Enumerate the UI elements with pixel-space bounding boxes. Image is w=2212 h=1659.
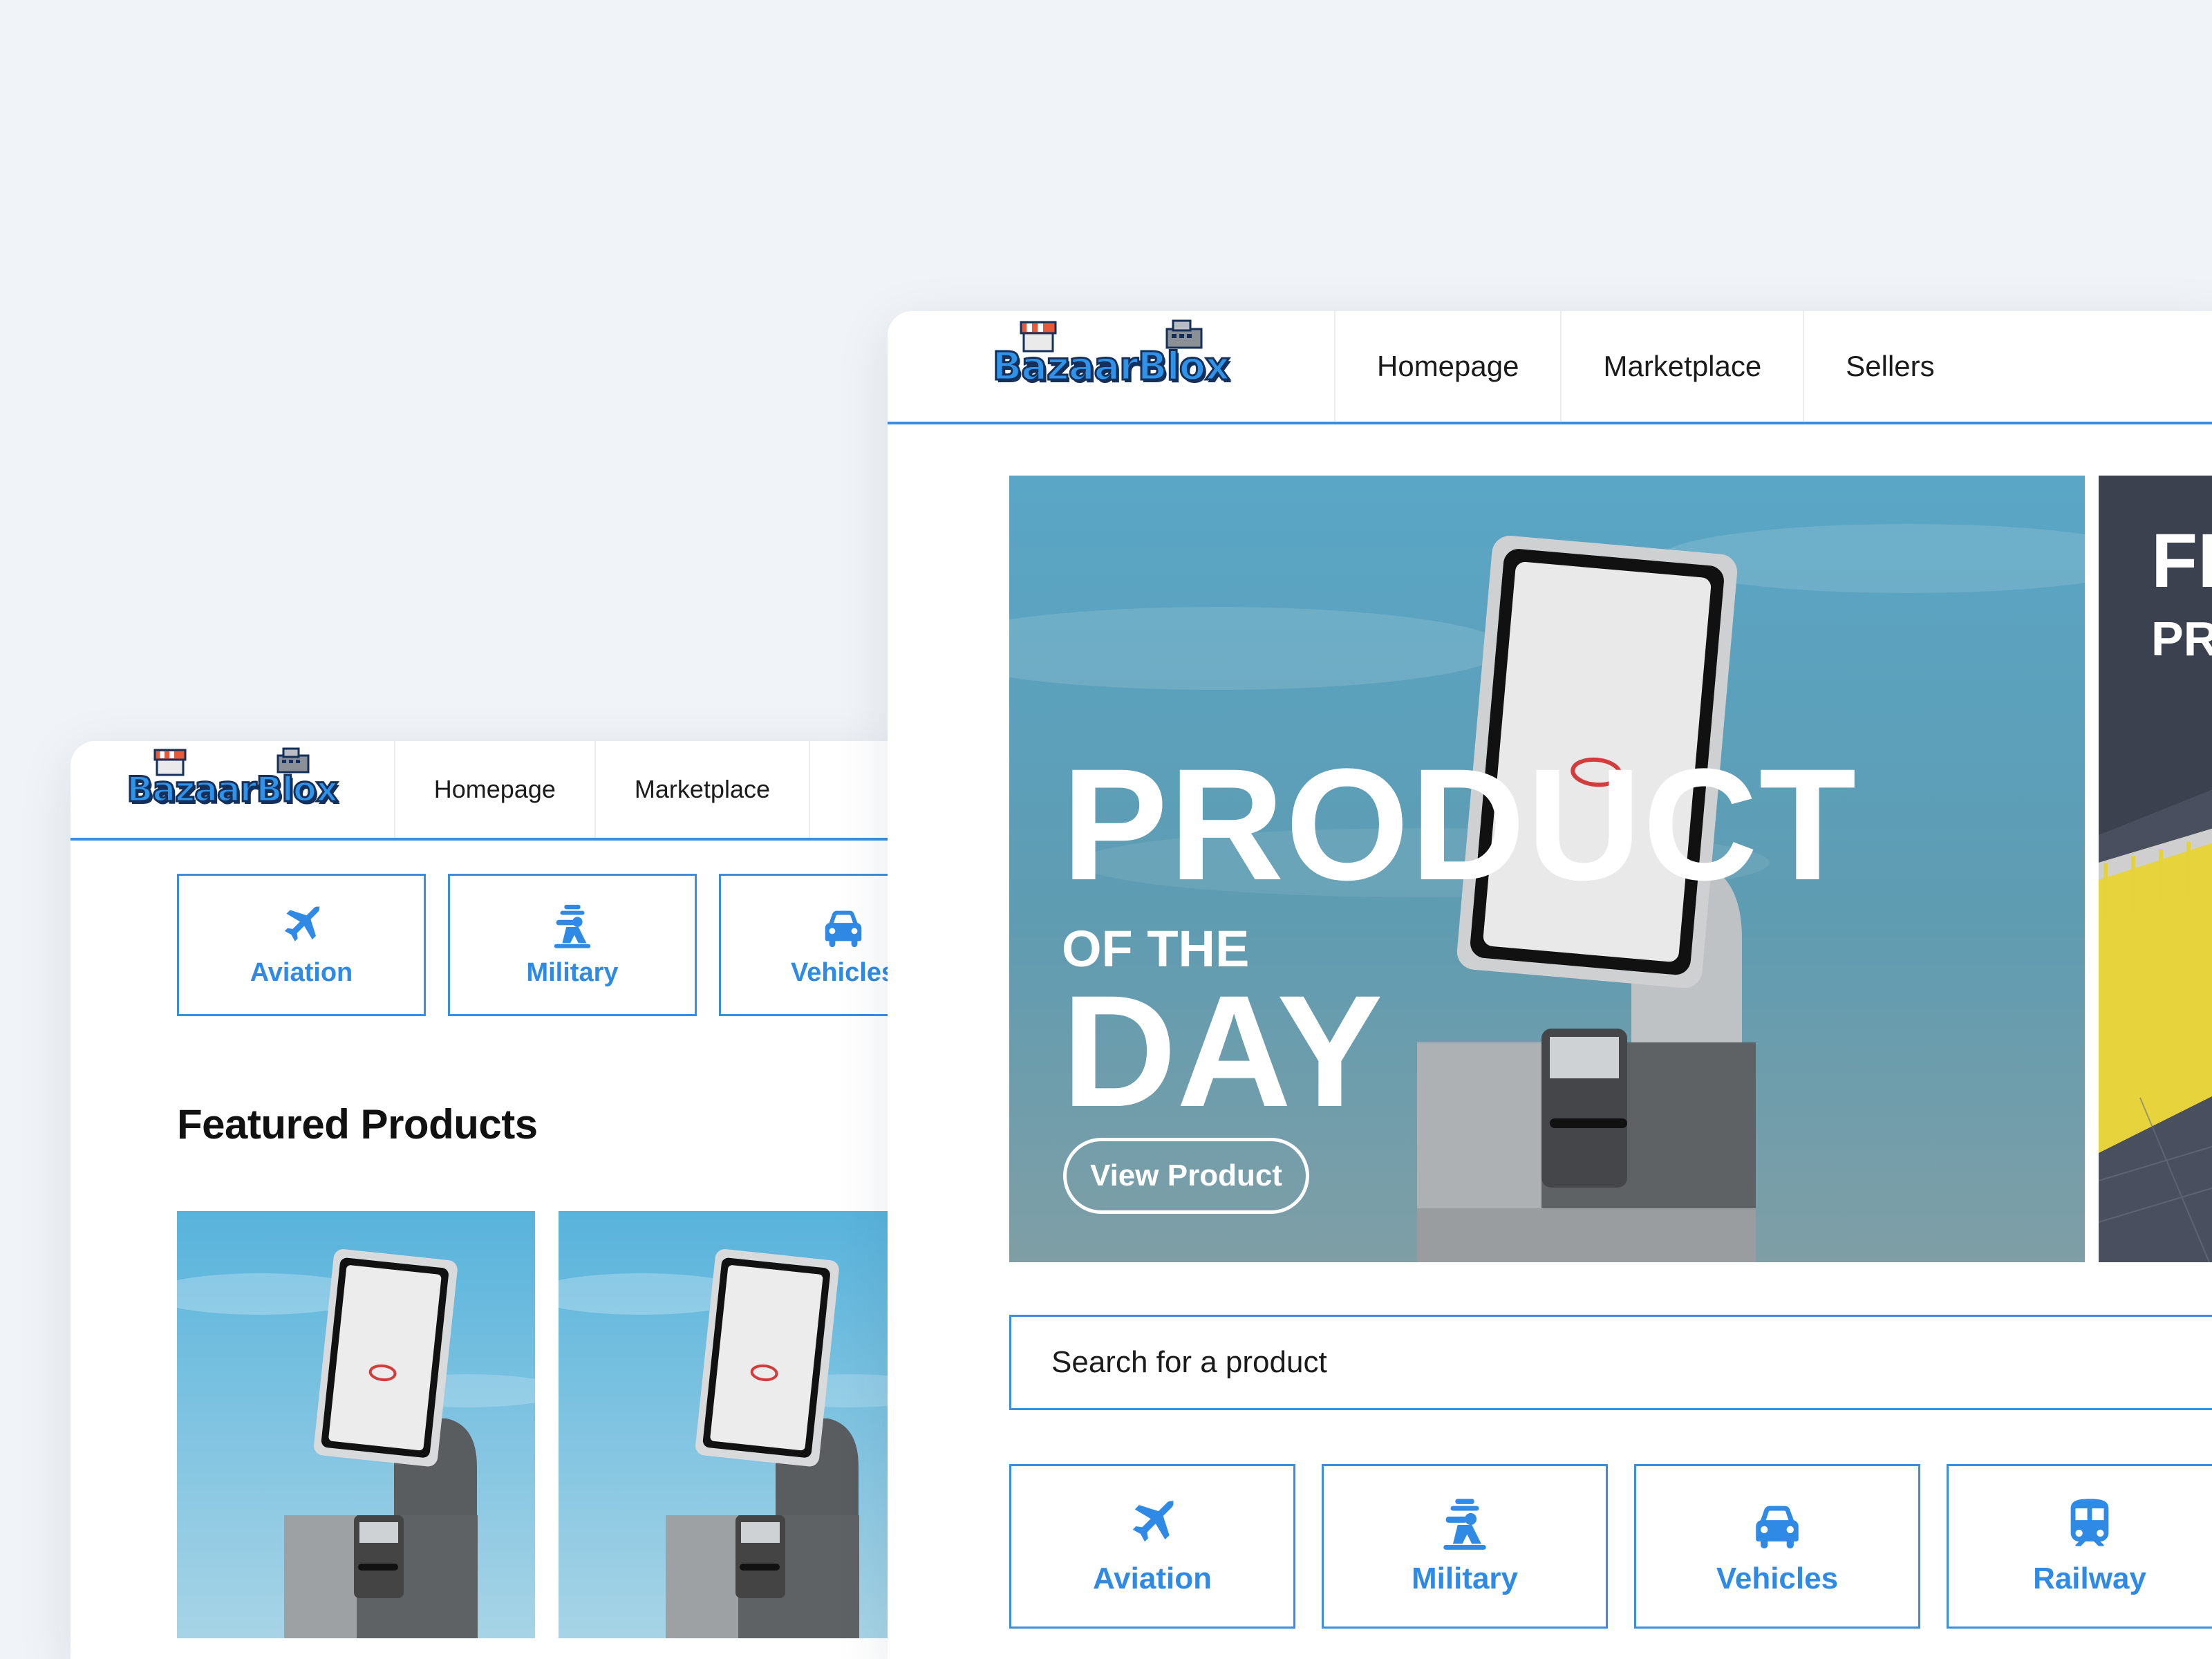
- soldier-icon: [548, 903, 597, 951]
- logo-mark: BazaarBlox: [126, 747, 339, 811]
- car-icon: [819, 903, 868, 951]
- category-military[interactable]: Military: [448, 874, 697, 1016]
- category-label: Military: [1411, 1562, 1519, 1595]
- nav-more[interactable]: [809, 741, 888, 838]
- category-label: Railway: [2033, 1562, 2146, 1595]
- category-railway[interactable]: Railway: [1947, 1464, 2212, 1629]
- category-aviation[interactable]: Aviation: [177, 874, 426, 1016]
- category-aviation[interactable]: Aviation: [1009, 1464, 1295, 1629]
- category-label: Vehicles: [790, 957, 888, 987]
- main-logo[interactable]: BazaarBlox: [888, 311, 1334, 422]
- next-slide-title: FI: [2151, 518, 2212, 603]
- kiosk-product-image: [559, 1211, 888, 1638]
- category-label: Vehicles: [1716, 1562, 1839, 1595]
- category-military[interactable]: Military: [1322, 1464, 1608, 1629]
- nav-homepage[interactable]: Homepage: [1334, 311, 1560, 422]
- market-stall-icon: [1020, 321, 1057, 352]
- front-browser-window: BazaarBlox Homepage Marketplace Aviation…: [71, 741, 888, 1659]
- logo-mark: BazaarBlox: [991, 319, 1231, 390]
- main-navbar: BazaarBlox Homepage Marketplace Sellers: [888, 311, 2212, 424]
- airplane-icon: [1124, 1497, 1181, 1553]
- featured-products-heading: Featured Products: [177, 1101, 538, 1147]
- market-stall-icon: [153, 749, 187, 776]
- view-product-button[interactable]: View Product: [1063, 1138, 1309, 1214]
- category-vehicles[interactable]: Vehicles: [1634, 1464, 1920, 1629]
- next-hero-slide[interactable]: FI PR: [2099, 476, 2212, 1262]
- category-label: Military: [526, 957, 619, 987]
- train-icon: [2061, 1497, 2118, 1553]
- nav-homepage[interactable]: Homepage: [393, 741, 594, 838]
- front-navbar: BazaarBlox Homepage Marketplace: [71, 741, 888, 841]
- featured-product-card[interactable]: [559, 1211, 888, 1638]
- kiosk-product-image: [177, 1211, 535, 1638]
- front-logo[interactable]: BazaarBlox: [71, 741, 394, 838]
- nav-marketplace[interactable]: Marketplace: [594, 741, 809, 838]
- soldier-icon: [1436, 1497, 1493, 1553]
- main-browser-window: BazaarBlox Homepage Marketplace Sellers: [888, 311, 2212, 1659]
- featured-product-card[interactable]: [177, 1211, 535, 1638]
- hero-title-line3: DAY: [1062, 962, 1383, 1140]
- next-slide-subtitle: PR: [2151, 612, 2212, 666]
- nav-marketplace[interactable]: Marketplace: [1560, 311, 1803, 422]
- hero-product-of-the-day: PRODUCT OF THE DAY View Product: [1009, 476, 2085, 1262]
- car-icon: [1749, 1497, 1806, 1553]
- nav-sellers[interactable]: Sellers: [1803, 311, 1976, 422]
- category-label: Aviation: [1093, 1562, 1212, 1595]
- category-vehicles[interactable]: Vehicles: [719, 874, 888, 1016]
- screenshot-stage: BazaarBlox Homepage Marketplace Aviation…: [0, 0, 2212, 1659]
- cash-register-icon: [276, 747, 310, 774]
- search-input[interactable]: Search for a product: [1009, 1315, 2212, 1410]
- airplane-icon: [277, 903, 326, 951]
- hero-title-line1: PRODUCT: [1062, 735, 1858, 913]
- category-label: Aviation: [250, 957, 353, 987]
- cash-register-icon: [1165, 319, 1203, 348]
